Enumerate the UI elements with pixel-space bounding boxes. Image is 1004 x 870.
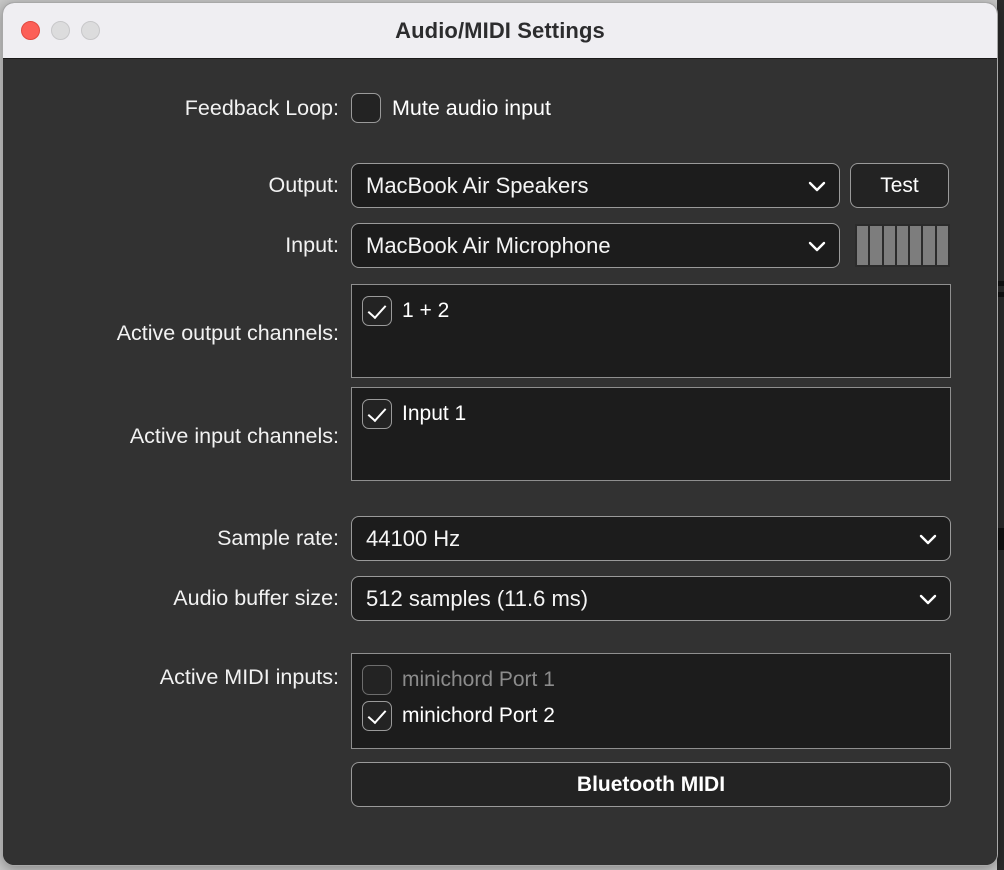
minimize-button[interactable]: [51, 21, 70, 40]
list-item[interactable]: 1 + 2: [352, 293, 950, 329]
midi-port-checkbox[interactable]: [362, 665, 392, 695]
meter-segment: [910, 226, 922, 265]
meter-segment: [896, 226, 909, 265]
maximize-button[interactable]: [81, 21, 100, 40]
feedback-loop-label: Feedback Loop:: [184, 95, 339, 120]
output-device-select[interactable]: MacBook Air Speakers: [351, 163, 840, 208]
close-button[interactable]: [21, 21, 40, 40]
list-item-label: minichord Port 1: [402, 668, 555, 691]
sample-rate-row: Sample rate: 44100 Hz: [51, 516, 951, 561]
list-item[interactable]: Input 1: [352, 396, 950, 432]
audio-buffer-size-label: Audio buffer size:: [173, 586, 339, 610]
meter-segment: [883, 226, 895, 265]
background-panel-sliver: [997, 0, 1004, 870]
active-input-channels-row: Active input channels: Input 1: [51, 387, 951, 481]
background-widget-mark-3: [998, 528, 1004, 550]
meter-segment: [936, 226, 948, 265]
meter-segment: [857, 226, 869, 265]
list-item[interactable]: minichord Port 1: [352, 662, 950, 698]
list-item-label: Input 1: [402, 402, 467, 425]
active-output-channels-row: Active output channels: 1 + 2: [51, 284, 951, 378]
audio-midi-settings-window: Audio/MIDI Settings Feedback Loop: Mute …: [2, 2, 998, 866]
list-item-label: 1 + 2: [402, 299, 450, 322]
traffic-light-group: [21, 21, 100, 40]
list-item-label: minichord Port 2: [402, 704, 555, 727]
input-device-value: MacBook Air Microphone: [366, 232, 611, 258]
chevron-down-icon: [919, 534, 937, 544]
meter-segment: [923, 226, 935, 265]
test-button[interactable]: Test: [850, 163, 949, 208]
channel-checkbox[interactable]: [362, 399, 392, 429]
input-level-meter: [855, 224, 950, 267]
sample-rate-value: 44100 Hz: [366, 525, 461, 551]
mute-audio-input-label: Mute audio input: [392, 95, 551, 120]
active-input-channels-label: Active input channels:: [129, 424, 339, 448]
sample-rate-label: Sample rate:: [217, 526, 339, 550]
channel-checkbox[interactable]: [362, 296, 392, 326]
background-widget-mark-1: [998, 281, 1004, 286]
list-item[interactable]: minichord Port 2: [352, 698, 950, 734]
audio-buffer-size-select[interactable]: 512 samples (11.6 ms): [351, 576, 951, 621]
input-device-select[interactable]: MacBook Air Microphone: [351, 223, 840, 268]
midi-port-checkbox[interactable]: [362, 701, 392, 731]
output-device-value: MacBook Air Speakers: [366, 172, 589, 198]
background-widget-mark-2: [998, 292, 1004, 297]
mute-audio-input-checkbox[interactable]: [351, 93, 381, 123]
audio-buffer-size-row: Audio buffer size: 512 samples (11.6 ms): [51, 576, 951, 621]
active-midi-inputs-row: Active MIDI inputs: minichord Port 1 min…: [51, 653, 951, 749]
sample-rate-select[interactable]: 44100 Hz: [351, 516, 951, 561]
settings-content: Feedback Loop: Mute audio input Output: …: [3, 59, 997, 865]
input-label: Input:: [285, 233, 339, 257]
input-row: Input: MacBook Air Microphone: [51, 223, 950, 268]
active-output-channels-list[interactable]: 1 + 2: [351, 284, 951, 378]
active-midi-inputs-label: Active MIDI inputs:: [159, 665, 339, 689]
output-label: Output:: [268, 173, 339, 197]
chevron-down-icon: [808, 241, 826, 251]
chevron-down-icon: [808, 181, 826, 191]
meter-segment: [870, 226, 882, 265]
feedback-loop-row: Feedback Loop: Mute audio input: [51, 93, 551, 123]
active-midi-inputs-list[interactable]: minichord Port 1 minichord Port 2: [351, 653, 951, 749]
active-output-channels-label: Active output channels:: [116, 321, 339, 345]
output-row: Output: MacBook Air Speakers Test: [51, 163, 949, 208]
window-title: Audio/MIDI Settings: [395, 17, 605, 43]
bluetooth-midi-button[interactable]: Bluetooth MIDI: [351, 762, 951, 807]
active-input-channels-list[interactable]: Input 1: [351, 387, 951, 481]
window-titlebar[interactable]: Audio/MIDI Settings: [3, 3, 997, 59]
audio-buffer-size-value: 512 samples (11.6 ms): [366, 585, 589, 611]
chevron-down-icon: [919, 594, 937, 604]
